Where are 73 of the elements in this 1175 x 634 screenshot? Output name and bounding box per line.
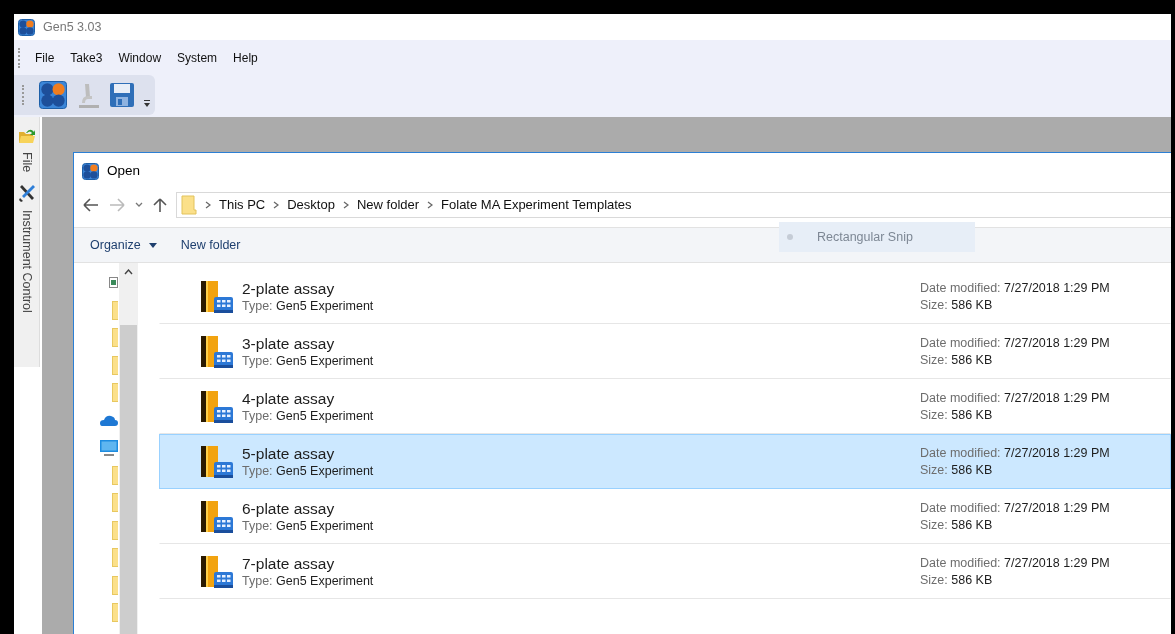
file-date: Date modified: 7/27/2018 1:29 PM xyxy=(920,499,1111,517)
file-icon xyxy=(198,444,234,479)
scrollbar-thumb[interactable] xyxy=(120,325,137,634)
file-type: Type: Gen5 Experiment xyxy=(242,462,374,480)
chevron-right-icon xyxy=(273,200,280,210)
file-icon xyxy=(198,499,234,534)
menu-item[interactable]: Take3 xyxy=(62,48,111,67)
dialog-title: Open xyxy=(107,161,141,180)
file-date: Date modified: 7/27/2018 1:29 PM xyxy=(920,554,1111,572)
chevron-right-icon xyxy=(205,200,211,210)
caret-icon xyxy=(148,242,157,248)
file-name: 4-plate assay xyxy=(242,388,336,408)
file-icon xyxy=(198,389,234,424)
address-bar[interactable]: This PC Desktop New folder Folate MA Experiment Templates xyxy=(176,192,1171,218)
file-row[interactable]: 6-plate assay Type: Gen5 Experiment Date modified: 7/27/2018 1:29 PM Size: 586 KB xyxy=(159,489,1171,544)
tools-icon[interactable] xyxy=(17,184,36,203)
chevron-right-icon xyxy=(342,200,349,210)
file-icon xyxy=(198,279,234,314)
breadcrumb-item[interactable]: Desktop xyxy=(287,195,335,215)
file-size: Size: 586 KB xyxy=(920,406,994,424)
menu-item[interactable]: File xyxy=(27,48,63,67)
file-row[interactable]: 7-plate assay Type: Gen5 Experiment Date modified: 7/27/2018 1:29 PM Size: 586 KB xyxy=(159,544,1171,599)
file-row[interactable]: 2-plate assay Type: Gen5 Experiment Date modified: 7/27/2018 1:29 PM Size: 586 KB xyxy=(159,269,1171,324)
file-name: 7-plate assay xyxy=(242,553,336,573)
file-size: Size: 586 KB xyxy=(920,296,994,314)
side-tab[interactable]: Instrument Control xyxy=(17,210,36,313)
save-icon[interactable] xyxy=(109,81,135,109)
file-date: Date modified: 7/27/2018 1:29 PM xyxy=(920,389,1111,407)
forward-icon[interactable] xyxy=(108,197,126,213)
image-icon[interactable] xyxy=(109,277,118,289)
file-type: Type: Gen5 Experiment xyxy=(242,297,374,315)
computer-icon[interactable] xyxy=(100,439,118,456)
menu-item[interactable]: Help xyxy=(225,48,266,67)
file-name: 6-plate assay xyxy=(242,498,336,518)
breadcrumb-item[interactable]: This PC xyxy=(219,195,266,215)
file-type: Type: Gen5 Experiment xyxy=(242,572,374,590)
file-size: Size: 586 KB xyxy=(920,516,994,534)
dot-icon xyxy=(787,234,793,240)
dialog-icon xyxy=(82,162,99,180)
side-tab[interactable]: File xyxy=(17,152,36,173)
menu-item[interactable]: Window xyxy=(110,48,170,67)
file-type: Type: Gen5 Experiment xyxy=(242,517,374,535)
chevron-right-icon xyxy=(427,200,434,210)
menu-item[interactable]: System xyxy=(169,48,226,67)
file-icon xyxy=(198,554,234,589)
file-name: 2-plate assay xyxy=(242,278,336,298)
file-icon xyxy=(198,334,234,369)
folder-icon[interactable] xyxy=(17,127,36,144)
app-icon xyxy=(18,18,35,36)
plate-icon[interactable] xyxy=(39,81,67,109)
cloud-icon[interactable] xyxy=(100,414,118,426)
file-row[interactable]: 3-plate assay Type: Gen5 Experiment Date modified: 7/27/2018 1:29 PM Size: 586 KB xyxy=(159,324,1171,379)
window-title: Gen5 3.03 xyxy=(43,18,102,36)
breadcrumb-item[interactable]: New folder xyxy=(356,195,420,215)
file-date: Date modified: 7/27/2018 1:29 PM xyxy=(920,334,1111,352)
breadcrumb-item[interactable]: Folate MA Experiment Templates xyxy=(441,195,632,215)
file-size: Size: 586 KB xyxy=(920,571,994,589)
folder-icon xyxy=(181,195,197,215)
toolbar-button[interactable]: New folder xyxy=(180,235,241,255)
file-name: 5-plate assay xyxy=(242,443,336,463)
up-icon[interactable] xyxy=(152,197,168,213)
snip-label: Rectangular Snip xyxy=(817,228,913,246)
file-size: Size: 586 KB xyxy=(920,461,994,479)
file-type: Type: Gen5 Experiment xyxy=(242,407,374,425)
file-type: Type: Gen5 Experiment xyxy=(242,352,374,370)
file-row[interactable]: 5-plate assay Type: Gen5 Experiment Date modified: 7/27/2018 1:29 PM Size: 586 KB xyxy=(159,434,1171,489)
file-name: 3-plate assay xyxy=(242,333,336,353)
file-date: Date modified: 7/27/2018 1:29 PM xyxy=(920,444,1111,462)
scroll-up-icon[interactable] xyxy=(124,269,133,275)
file-size: Size: 586 KB xyxy=(920,351,994,369)
file-date: Date modified: 7/27/2018 1:29 PM xyxy=(920,279,1111,297)
toolbar-button[interactable]: Organize xyxy=(90,235,157,255)
back-icon[interactable] xyxy=(82,197,100,213)
